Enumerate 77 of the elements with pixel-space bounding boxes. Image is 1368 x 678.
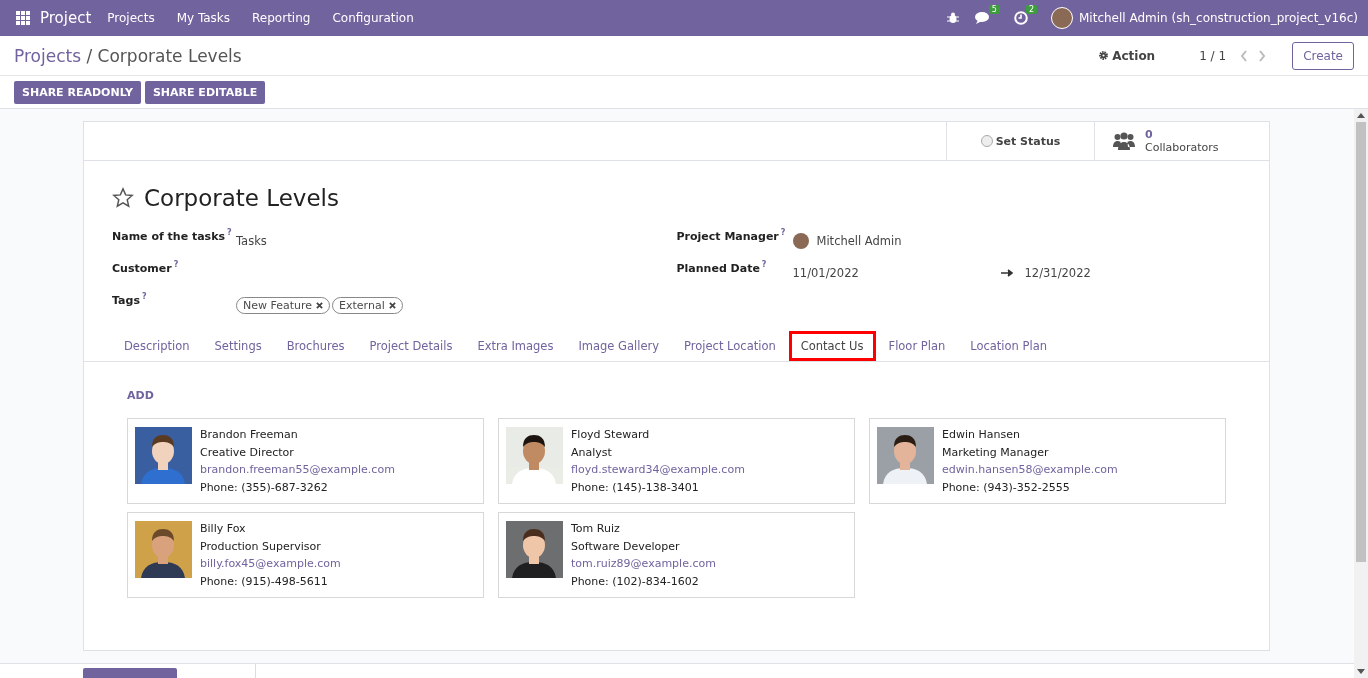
start-date[interactable]: 11/01/2022 — [792, 266, 1001, 280]
user-avatar[interactable] — [1051, 7, 1073, 29]
chat-icon[interactable] — [974, 11, 991, 25]
contact-card[interactable]: Billy Fox Production Supervisor billy.fox45@example.com Phone: (915)-498-5611 — [127, 512, 484, 598]
contact-role: Marketing Manager — [942, 444, 1050, 461]
user-menu[interactable]: Mitchell Admin (sh_construction_project_v16c) — [1079, 11, 1358, 25]
tab[interactable]: Floor Plan — [876, 331, 958, 361]
tab[interactable]: Project Details — [357, 331, 465, 361]
field-label: Project Manager $^{?}$ — [676, 227, 787, 243]
project-title: Corporate Levels — [144, 185, 339, 211]
activity-count: 2 — [1025, 5, 1037, 14]
pager-value: 1 / 1 — [1199, 48, 1227, 63]
clock-icon[interactable] — [1013, 11, 1028, 25]
add-link[interactable]: ADD — [127, 389, 154, 402]
share-button[interactable]: SHARE READONLY — [14, 81, 141, 104]
remove-icon[interactable] — [316, 301, 324, 309]
contact-phone: Phone: (915)-498-5611 — [200, 573, 329, 590]
favorite-star-icon[interactable] — [112, 187, 134, 209]
field-label: Tags $^{?}$ — [112, 291, 148, 307]
menu-item[interactable]: Configuration — [332, 11, 414, 25]
action-menu[interactable]: Action — [1092, 47, 1162, 64]
tab[interactable]: Extra Images — [465, 331, 566, 361]
remove-icon[interactable] — [388, 301, 396, 309]
contact-name: Billy Fox — [200, 521, 247, 537]
contact-name: Edwin Hansen — [942, 427, 1021, 443]
contact-role: Production Supervisor — [200, 538, 322, 555]
breadcrumb-current: Corporate Levels — [97, 45, 242, 66]
arrow-icon — [1000, 269, 1013, 277]
field-label: Planned Date $^{?}$ — [676, 259, 768, 275]
email-link[interactable]: brandon.freeman55@example.com — [200, 461, 395, 479]
scroll-up-icon[interactable] — [1357, 113, 1365, 118]
contact-name: Brandon Freeman — [200, 427, 299, 443]
contact-card[interactable]: Edwin Hansen Marketing Manager edwin.hansen58@example.com Phone: (943)-352-2555 — [869, 418, 1226, 504]
contact-role: Creative Director — [200, 444, 295, 461]
users-icon — [1113, 132, 1135, 150]
create-button[interactable]: Create — [1292, 41, 1354, 70]
message-count: 5 — [988, 5, 1000, 14]
field-label: Customer $^{?}$ — [112, 259, 180, 275]
share-button[interactable]: SHARE EDITABLE — [144, 81, 266, 104]
contact-role: Analyst — [571, 444, 613, 461]
tab[interactable]: Contact Us — [788, 331, 876, 361]
field-value[interactable]: Mitchell Admin — [816, 234, 902, 248]
contact-name: Tom Ruiz — [571, 521, 621, 537]
end-date[interactable]: 12/31/2022 — [1024, 266, 1091, 280]
email-link[interactable]: edwin.hansen58@example.com — [942, 461, 1118, 479]
email-link[interactable]: billy.fox45@example.com — [200, 555, 341, 573]
contact-phone: Phone: (145)-138-3401 — [571, 479, 700, 496]
contact-phone: Phone: (355)-687-3262 — [200, 479, 329, 496]
tab[interactable]: Project Location — [672, 331, 788, 361]
field-value[interactable]: Tasks — [236, 234, 267, 248]
menu-item[interactable]: Reporting — [252, 11, 311, 25]
contact-card[interactable]: Floyd Steward Analyst floyd.steward34@example.com Phone: (145)-138-3401 — [498, 418, 855, 504]
contact-phone: Phone: (943)-352-2555 — [942, 479, 1071, 496]
menu-item[interactable]: My Tasks — [176, 11, 231, 25]
contact-phone: Phone: (102)-834-1602 — [571, 573, 700, 590]
settings-icon — [1098, 50, 1110, 61]
contact-card[interactable]: Brandon Freeman Creative Director brandon.freeman55@example.com Phone: (355)-687-3262 — [127, 418, 484, 504]
scrollbar[interactable] — [1354, 109, 1368, 678]
user-avatar — [792, 233, 809, 249]
email-link[interactable]: tom.ruiz89@example.com — [571, 555, 716, 573]
contact-role: Software Developer — [571, 538, 681, 555]
scroll-down-icon[interactable] — [1357, 669, 1365, 674]
email-link[interactable]: floyd.steward34@example.com — [571, 461, 745, 479]
field-label: Name of the tasks $^{?}$ — [112, 227, 233, 243]
bug-icon[interactable] — [946, 12, 959, 24]
apps-menu-icon[interactable] — [16, 11, 30, 25]
tab[interactable]: Image Gallery — [566, 331, 672, 361]
app-name[interactable]: Project — [40, 9, 92, 27]
contact-name: Floyd Steward — [571, 427, 651, 443]
tab[interactable]: Brochures — [274, 331, 357, 361]
contact-card[interactable]: Tom Ruiz Software Developer tom.ruiz89@example.com Phone: (102)-834-1602 — [498, 512, 855, 598]
menu-item[interactable]: Projects — [107, 11, 155, 25]
tab[interactable]: Location Plan — [958, 331, 1059, 361]
tab[interactable]: Description — [112, 331, 202, 361]
tab[interactable]: Settings — [202, 331, 274, 361]
breadcrumb-separator: / — [86, 45, 93, 66]
breadcrumb-link[interactable]: Projects — [14, 45, 82, 66]
